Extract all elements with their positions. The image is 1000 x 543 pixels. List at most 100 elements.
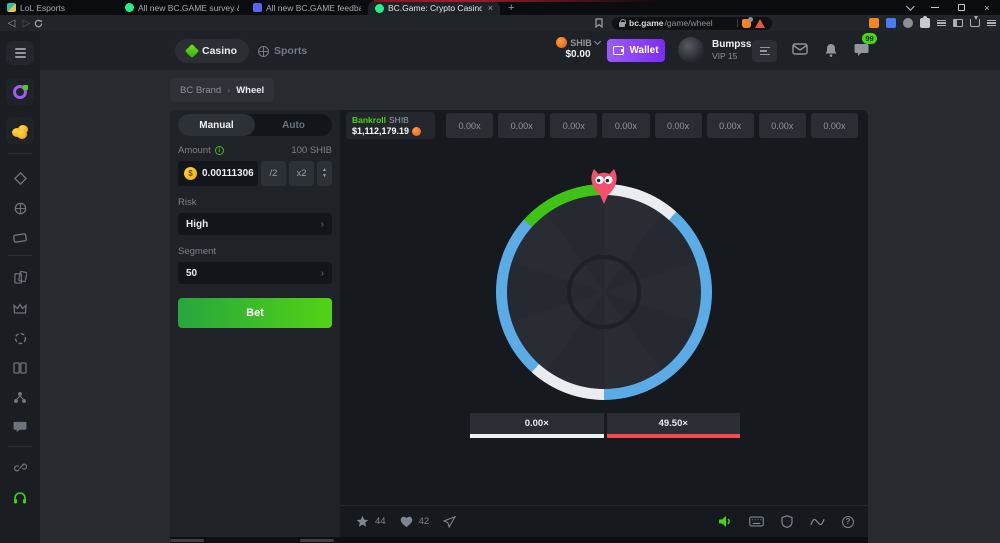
- window-menu-button[interactable]: [896, 0, 922, 15]
- result-panel: 0.00× 49.50×: [470, 413, 740, 438]
- reload-button[interactable]: [34, 19, 49, 28]
- tab-favicon: [7, 3, 16, 12]
- extensions-row: [869, 16, 996, 30]
- multiplier-slot: 0.00x: [759, 113, 806, 138]
- close-button[interactable]: ×: [974, 0, 1000, 15]
- gold-coins-icon: [12, 125, 28, 137]
- sidebar-item-rewards[interactable]: [6, 117, 34, 144]
- diamond-icon: [14, 172, 27, 185]
- stepper-down-icon[interactable]: ▼: [322, 174, 327, 179]
- metamask-icon[interactable]: [742, 19, 751, 28]
- user-avatar[interactable]: [678, 37, 704, 63]
- result-left-value: 0.00×: [470, 413, 604, 434]
- tab-close-icon[interactable]: ×: [486, 4, 493, 13]
- tab-title: BC.Game: Crypto Casino Games &: [388, 3, 482, 13]
- reload-icon: [34, 19, 43, 28]
- amount-max: 100 SHIB: [291, 145, 332, 156]
- sound-icon[interactable]: [718, 515, 732, 528]
- user-info[interactable]: Bumpss VIP 15: [712, 39, 751, 61]
- sidebar-item-sports[interactable]: [12, 200, 28, 216]
- info-icon[interactable]: i: [215, 146, 224, 155]
- currency-selector[interactable]: SHIB $0.00: [550, 37, 606, 60]
- hamburger-icon: [15, 48, 26, 58]
- share-icon[interactable]: [443, 516, 456, 528]
- sidebar-panel-icon[interactable]: [953, 19, 963, 27]
- minimize-button[interactable]: [922, 0, 948, 15]
- scrollbar-thumb[interactable]: [300, 539, 334, 542]
- warning-extension-icon[interactable]: [755, 19, 765, 28]
- reading-list-icon[interactable]: [937, 20, 946, 27]
- amount-stepper[interactable]: ▲ ▼: [317, 161, 332, 186]
- bet-panel: Manual Auto Amount i 100 SHIB $ 0.001113…: [170, 110, 340, 537]
- extension-blue-icon[interactable]: [886, 18, 896, 28]
- sidebar-item-vip-club[interactable]: [12, 300, 28, 316]
- sidebar-item-support[interactable]: [12, 489, 28, 505]
- help-icon[interactable]: ?: [842, 516, 854, 528]
- rank-button[interactable]: [752, 40, 777, 62]
- scrollbar-thumb[interactable]: [170, 539, 204, 542]
- half-bet-button[interactable]: /2: [261, 161, 286, 186]
- browser-tab[interactable]: LoL Esports: [0, 0, 118, 15]
- amount-input[interactable]: $ 0.00111306: [178, 161, 258, 186]
- browser-tab-active[interactable]: BC.Game: Crypto Casino Games & ×: [368, 1, 500, 15]
- multiplier-slot: 0.00x: [498, 113, 545, 138]
- browser-menu-icon[interactable]: [987, 20, 996, 27]
- sidebar-item-quests[interactable]: [12, 360, 28, 376]
- basketball-icon: [14, 202, 27, 215]
- fairness-icon[interactable]: [781, 515, 793, 528]
- nav-sports-tab[interactable]: Sports: [258, 39, 307, 63]
- tab-manual[interactable]: Manual: [178, 114, 255, 136]
- sidebar-item-affiliate[interactable]: [12, 389, 28, 405]
- bet-button[interactable]: Bet: [178, 298, 332, 328]
- wallet-button[interactable]: Wallet: [607, 39, 665, 62]
- left-sidebar: [0, 31, 40, 543]
- extensions-puzzle-icon[interactable]: [920, 18, 930, 28]
- sidebar-item-game-shows[interactable]: [12, 269, 28, 285]
- risk-select[interactable]: High ›: [178, 213, 332, 235]
- sidebar-item-bonus-spin[interactable]: [6, 78, 34, 105]
- forward-button[interactable]: ▷: [19, 18, 34, 29]
- live-stats-icon[interactable]: [810, 517, 825, 527]
- hotkeys-keyboard-icon[interactable]: [749, 516, 764, 527]
- amount-value: 0.00111306: [202, 168, 254, 179]
- sidebar-item-my-bets[interactable]: [12, 230, 28, 246]
- extension-orange-icon[interactable]: [869, 18, 879, 28]
- new-tab-button[interactable]: +: [500, 0, 522, 15]
- notifications-bell-icon[interactable]: [824, 43, 838, 57]
- tab-auto[interactable]: Auto: [255, 114, 332, 136]
- back-button[interactable]: ◁: [4, 18, 19, 29]
- minimize-icon: [931, 7, 939, 9]
- like-heart-icon[interactable]: [400, 516, 413, 528]
- breadcrumb-page: Wheel: [236, 85, 264, 96]
- double-bet-button[interactable]: x2: [289, 161, 314, 186]
- headphones-icon: [13, 491, 27, 504]
- game-footer: 44 42: [340, 505, 868, 537]
- nav-casino-tab[interactable]: Casino: [175, 39, 249, 63]
- mail-icon[interactable]: [792, 43, 808, 55]
- result-left: 0.00×: [470, 413, 604, 438]
- download-icon[interactable]: [970, 19, 980, 27]
- sidebar-divider: [8, 255, 32, 256]
- sidebar-item-links[interactable]: [12, 459, 28, 475]
- favorite-star-icon[interactable]: [356, 515, 369, 528]
- currency-balance: $0.00: [565, 49, 590, 60]
- sidebar-item-spin[interactable]: [12, 330, 28, 346]
- restore-button[interactable]: [948, 0, 974, 15]
- sidebar-item-forum[interactable]: [12, 419, 28, 435]
- chat-icon[interactable]: [854, 43, 869, 57]
- sidebar-menu-button[interactable]: [6, 41, 34, 65]
- segment-select[interactable]: 50 ›: [178, 262, 332, 284]
- breadcrumb-section[interactable]: BC Brand: [180, 85, 221, 96]
- bookmark-icon[interactable]: [595, 18, 610, 28]
- basketball-icon: [258, 46, 269, 57]
- tab-title: All new BC.GAME survey & feedback: [138, 3, 239, 13]
- chat-bubble-icon: [13, 421, 27, 433]
- extension-gray-icon[interactable]: [903, 18, 913, 28]
- favorites-count: 44: [375, 516, 386, 527]
- browser-toolbar: ◁ ▷ bc.game /game/wheel: [0, 15, 1000, 31]
- bankroll-value: $1,112,179.19: [352, 126, 409, 136]
- url-bar[interactable]: bc.game /game/wheel: [612, 17, 772, 30]
- browser-tab[interactable]: All new BC.GAME feedback: [246, 0, 368, 15]
- browser-tab[interactable]: All new BC.GAME survey & feedback: [118, 0, 246, 15]
- sidebar-item-casino[interactable]: [12, 170, 28, 186]
